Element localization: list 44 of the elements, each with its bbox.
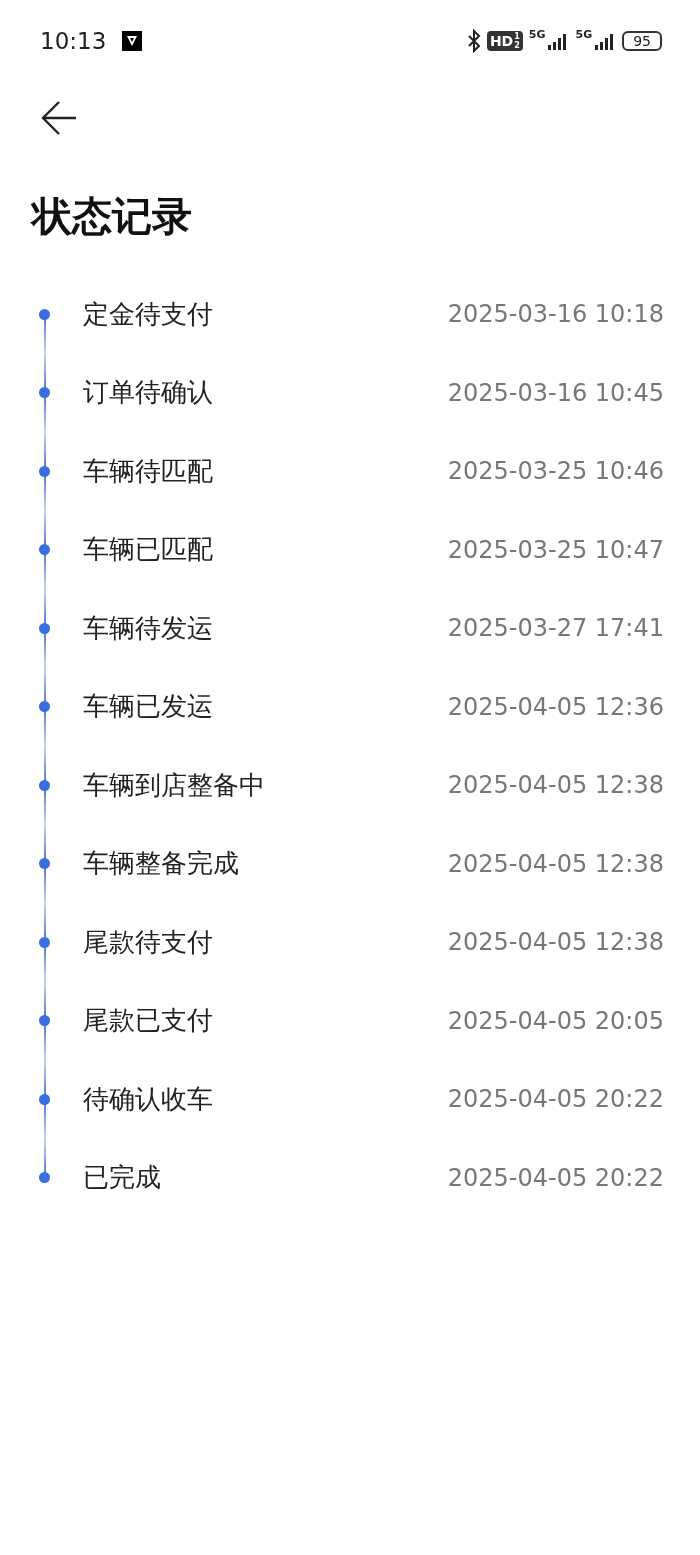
- timestamp-text: 2025-04-05 12:36: [447, 692, 664, 721]
- timestamp-text: 2025-03-16 10:45: [447, 378, 664, 407]
- timestamp-text: 2025-04-05 20:22: [447, 1085, 664, 1114]
- timeline-dot: [39, 622, 50, 634]
- page-title: 状态记录: [32, 192, 193, 241]
- timeline-dot: [39, 1015, 50, 1027]
- network-label: 5G: [575, 28, 593, 41]
- timeline-dot: [39, 858, 50, 870]
- timestamp-text: 2025-03-27 17:41: [447, 614, 664, 643]
- timeline-dot: [39, 1172, 50, 1184]
- timeline-dot: [39, 308, 50, 320]
- timestamp-text: 2025-03-25 10:46: [447, 457, 664, 486]
- timestamp-text: 2025-03-25 10:47: [447, 535, 664, 564]
- status-label: 尾款待支付: [83, 925, 213, 959]
- status-label: 车辆已发运: [83, 690, 213, 724]
- status-label: 车辆待发运: [83, 611, 213, 645]
- timestamp-text: 2025-03-16 10:18: [447, 300, 664, 329]
- app-notification-icon: [122, 31, 143, 51]
- status-label: 车辆到店整备中: [83, 768, 265, 802]
- network-label: 5G: [528, 28, 546, 41]
- timeline-dot: [39, 544, 50, 556]
- timeline-dot: [39, 936, 50, 948]
- status-label: 待确认收车: [83, 1082, 213, 1116]
- status-label: 订单待确认: [83, 376, 213, 410]
- back-arrow-icon: [40, 100, 78, 136]
- battery-indicator: 95: [622, 31, 662, 51]
- timeline-dot: [39, 387, 50, 399]
- timestamp-text: 2025-04-05 20:05: [447, 1006, 664, 1035]
- timeline-dot: [39, 465, 50, 477]
- timeline-dot: [39, 1093, 50, 1105]
- status-label: 车辆整备完成: [83, 847, 239, 881]
- timeline-dot: [39, 779, 50, 791]
- status-label: 车辆已匹配: [83, 533, 213, 567]
- timestamp-text: 2025-04-05 12:38: [447, 928, 664, 957]
- timestamp-text: 2025-04-05 20:22: [447, 1163, 664, 1192]
- status-label: 尾款已支付: [83, 1004, 213, 1038]
- status-time: 10:13: [40, 28, 107, 54]
- status-label: 车辆待匹配: [83, 454, 213, 488]
- timeline-dot: [39, 701, 50, 713]
- status-label: 定金待支付: [83, 297, 213, 331]
- status-label: 已完成: [83, 1161, 161, 1195]
- bluetooth-icon: [466, 29, 481, 53]
- timestamp-text: 2025-04-05 12:38: [447, 771, 664, 800]
- timestamp-text: 2025-04-05 12:38: [447, 849, 664, 878]
